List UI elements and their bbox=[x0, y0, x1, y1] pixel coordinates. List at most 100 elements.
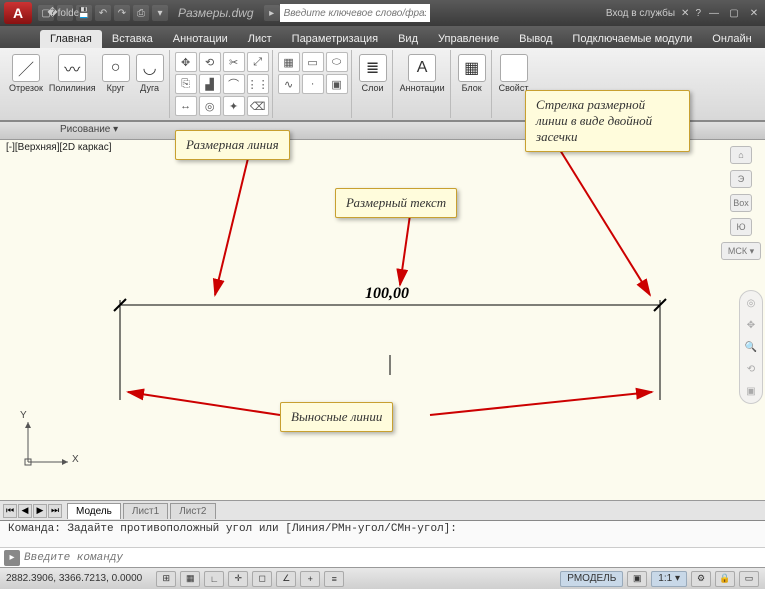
open-icon[interactable]: �folder bbox=[57, 5, 73, 21]
help-icon[interactable]: ? bbox=[695, 8, 701, 19]
login-link[interactable]: Вход в службы bbox=[606, 8, 675, 19]
move-icon[interactable]: ✥ bbox=[175, 52, 197, 72]
tab-manage[interactable]: Управление bbox=[428, 30, 509, 48]
drawing-canvas[interactable]: [-][Верхняя][2D каркас] 100,00 Размерная… bbox=[0, 140, 765, 500]
tab-online[interactable]: Онлайн bbox=[702, 30, 761, 48]
layout-tabs: ⏮ ◀ ▶ ⏭ Модель Лист1 Лист2 bbox=[0, 500, 765, 520]
view-box[interactable]: Box bbox=[730, 194, 752, 212]
tab-sheet[interactable]: Лист bbox=[238, 30, 282, 48]
status-bar: 2882.3906, 3366.7213, 0.0000 ⊞ ▦ ∟ ✛ ◻ ∠… bbox=[0, 567, 765, 589]
stretch-icon[interactable]: ↔ bbox=[175, 96, 197, 116]
layers-icon: ≣ bbox=[359, 54, 387, 82]
command-area: Команда: Задайте противоположный угол ил… bbox=[0, 520, 765, 567]
search-input[interactable] bbox=[280, 4, 430, 22]
save-icon[interactable]: 💾 bbox=[76, 5, 92, 21]
callout-extension-lines: Выносные линии bbox=[280, 402, 393, 432]
command-history: Команда: Задайте противоположный угол ил… bbox=[0, 521, 765, 547]
viewcube-panel: ⌂ Э Box Ю МСК ▾ bbox=[721, 146, 761, 260]
tab-insert[interactable]: Вставка bbox=[102, 30, 163, 48]
text-icon: A bbox=[408, 54, 436, 82]
annotation-tool[interactable]: AАннотации bbox=[398, 52, 447, 95]
tab-home[interactable]: Главная bbox=[40, 30, 102, 48]
block-tool[interactable]: ▦Блок bbox=[456, 52, 488, 95]
rectangle-icon[interactable]: ▭ bbox=[302, 52, 324, 72]
quick-access-toolbar: ▢ �folder 💾 ↶ ↷ ⎙ ▾ bbox=[38, 5, 168, 21]
tab-annotate[interactable]: Аннотации bbox=[163, 30, 238, 48]
line-icon: ／ bbox=[12, 54, 40, 82]
mirror-icon[interactable]: ▟ bbox=[199, 74, 221, 94]
view-home-icon[interactable]: ⌂ bbox=[730, 146, 752, 164]
app-logo[interactable]: A bbox=[4, 2, 32, 24]
polyline-tool[interactable]: 〰Полилиния bbox=[47, 52, 98, 95]
redo-icon[interactable]: ↷ bbox=[114, 5, 130, 21]
view-south[interactable]: Ю bbox=[730, 218, 752, 236]
title-bar: A ▢ �folder 💾 ↶ ↷ ⎙ ▾ Размеры.dwg ▸ Вход… bbox=[0, 0, 765, 26]
nav-wheel-icon[interactable]: ◎ bbox=[743, 295, 759, 311]
offset-icon[interactable]: ◎ bbox=[199, 96, 221, 116]
ellipse-icon[interactable]: ⬭ bbox=[326, 52, 348, 72]
ribbon-tabs: Главная Вставка Аннотации Лист Параметри… bbox=[0, 26, 765, 48]
exchange-icon[interactable]: ✕ bbox=[681, 8, 689, 19]
tab-output[interactable]: Вывод bbox=[509, 30, 562, 48]
tab-parametric[interactable]: Параметризация bbox=[282, 30, 388, 48]
callout-dimension-line: Размерная линия bbox=[175, 130, 290, 160]
point-icon[interactable]: · bbox=[302, 74, 324, 94]
print-icon[interactable]: ⎙ bbox=[133, 5, 149, 21]
nav-pan-icon[interactable]: ✥ bbox=[743, 317, 759, 333]
hatch-icon[interactable]: ▦ bbox=[278, 52, 300, 72]
nav-orbit-icon[interactable]: ⟲ bbox=[743, 361, 759, 377]
layers-tool[interactable]: ≣Слои bbox=[357, 52, 389, 95]
modify-grid: ✥ ⟲ ✂ ⤢ ⎘ ▟ ⌒ ⋮⋮ ↔ ◎ ✦ ⌫ bbox=[175, 52, 269, 116]
line-tool[interactable]: ／Отрезок bbox=[7, 52, 45, 95]
undo-icon[interactable]: ↶ bbox=[95, 5, 111, 21]
view-north[interactable]: Э bbox=[730, 170, 752, 188]
status-coordinates: 2882.3906, 3366.7213, 0.0000 bbox=[6, 573, 152, 584]
close-icon[interactable]: ✕ bbox=[747, 6, 761, 20]
spline-icon[interactable]: ∿ bbox=[278, 74, 300, 94]
tab-first-icon[interactable]: ⏮ bbox=[3, 504, 17, 518]
ucs-icon: X Y bbox=[20, 414, 76, 470]
fillet-icon[interactable]: ⌒ bbox=[223, 74, 245, 94]
ucs-y-label: Y bbox=[20, 410, 27, 421]
tab-next-icon[interactable]: ▶ bbox=[33, 504, 47, 518]
nav-showmotion-icon[interactable]: ▣ bbox=[743, 383, 759, 399]
more-icon[interactable]: ▾ bbox=[152, 5, 168, 21]
tab-last-icon[interactable]: ⏭ bbox=[48, 504, 62, 518]
draw-extra-grid: ▦ ▭ ⬭ ∿ · ▣ bbox=[278, 52, 348, 94]
command-input[interactable] bbox=[24, 552, 761, 564]
document-title: Размеры.dwg bbox=[178, 6, 254, 20]
properties-tool[interactable]: Свойст bbox=[497, 52, 531, 95]
navigation-bar: ◎ ✥ 🔍 ⟲ ▣ bbox=[739, 290, 763, 404]
ucs-x-label: X bbox=[72, 454, 79, 465]
arc-icon: ◡ bbox=[136, 54, 164, 82]
tab-plugins[interactable]: Подключаемые модули bbox=[562, 30, 702, 48]
circle-tool[interactable]: ○Круг bbox=[100, 52, 132, 95]
callout-arrow-style: Стрелка размерной линии в виде двойной з… bbox=[525, 90, 690, 152]
array-icon[interactable]: ⋮⋮ bbox=[247, 74, 269, 94]
scale-icon[interactable]: ⤢ bbox=[247, 52, 269, 72]
tab-layout1[interactable]: Лист1 bbox=[123, 503, 168, 519]
tab-layout2[interactable]: Лист2 bbox=[170, 503, 215, 519]
restore-icon[interactable]: ▢ bbox=[727, 6, 741, 20]
title-dropdown-icon[interactable]: ▸ bbox=[264, 5, 280, 21]
tab-view[interactable]: Вид bbox=[388, 30, 428, 48]
tab-model[interactable]: Модель bbox=[67, 503, 121, 519]
arc-tool[interactable]: ◡Дуга bbox=[134, 52, 166, 95]
nav-zoom-icon[interactable]: 🔍 bbox=[743, 339, 759, 355]
color-wheel-icon bbox=[500, 54, 528, 82]
circle-icon: ○ bbox=[102, 54, 130, 82]
erase-icon[interactable]: ⌫ bbox=[247, 96, 269, 116]
view-wcs[interactable]: МСК ▾ bbox=[721, 242, 761, 260]
command-prompt-icon: ▸ bbox=[4, 550, 20, 566]
dimension-value: 100,00 bbox=[365, 285, 409, 303]
block-icon: ▦ bbox=[458, 54, 486, 82]
rotate-icon[interactable]: ⟲ bbox=[199, 52, 221, 72]
minimize-icon[interactable]: — bbox=[707, 6, 721, 20]
explode-icon[interactable]: ✦ bbox=[223, 96, 245, 116]
region-icon[interactable]: ▣ bbox=[326, 74, 348, 94]
polyline-icon: 〰 bbox=[58, 54, 86, 82]
trim-icon[interactable]: ✂ bbox=[223, 52, 245, 72]
tab-prev-icon[interactable]: ◀ bbox=[18, 504, 32, 518]
copy-icon[interactable]: ⎘ bbox=[175, 74, 197, 94]
callout-dimension-text: Размерный текст bbox=[335, 188, 457, 218]
